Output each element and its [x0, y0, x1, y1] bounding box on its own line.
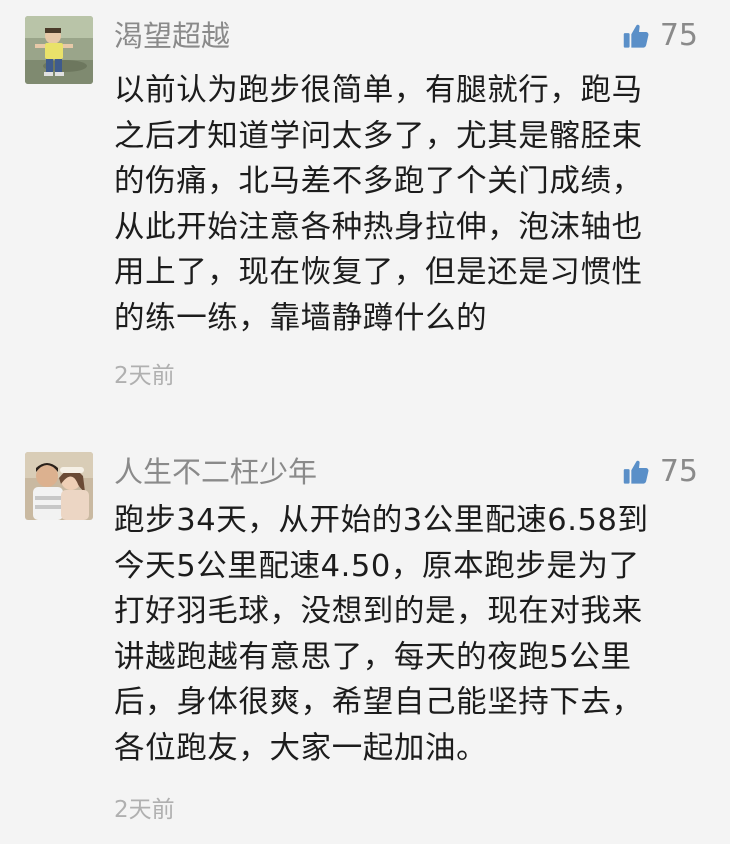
comment-item-2: 人生不二枉少年 75 跑步34天，从开始的3公里配速6.58到 今天5公里配速4…: [0, 0, 730, 844]
couple-photo-icon: [25, 452, 93, 520]
comment-timestamp: 2天前: [114, 797, 175, 823]
nickname[interactable]: 人生不二枉少年: [114, 452, 317, 492]
like-button[interactable]: 75: [622, 452, 698, 492]
user-avatar[interactable]: [25, 452, 93, 520]
like-count: 75: [659, 454, 698, 489]
comment-text: 跑步34天，从开始的3公里配速6.58到 今天5公里配速4.50，原本跑步是为了…: [114, 503, 649, 766]
thumbs-up-icon: [623, 460, 649, 484]
